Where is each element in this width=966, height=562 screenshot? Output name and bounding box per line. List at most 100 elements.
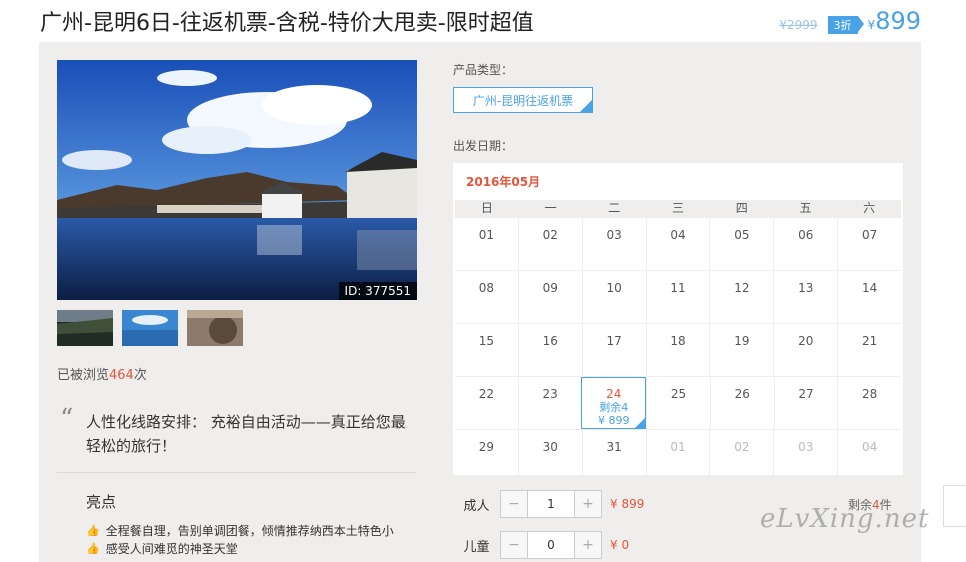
selected-day-number: 24 xyxy=(606,387,622,401)
calendar-day[interactable]: 13 xyxy=(773,271,837,323)
sale-price: 899 xyxy=(875,7,921,35)
adult-quantity-stepper: − 1 + xyxy=(500,490,602,518)
weekday-fri: 五 xyxy=(799,201,812,215)
calendar-day[interactable]: 09 xyxy=(517,271,582,323)
adult-quantity-row: 成人 − 1 + ¥ 899 xyxy=(453,490,644,518)
calendar-day[interactable]: 17 xyxy=(581,324,646,376)
child-increment-button[interactable]: + xyxy=(575,532,601,558)
adult-decrement-button[interactable]: − xyxy=(501,491,527,517)
calendar-day[interactable]: 29 xyxy=(455,430,518,482)
departure-calendar: 2016年05月 日 一 二 三 四 五 六 01 02 03 04 05 06… xyxy=(453,163,903,482)
thumbnail-2[interactable] xyxy=(122,310,178,346)
calendar-day[interactable]: 30 xyxy=(517,430,582,482)
calendar-day[interactable]: 26 xyxy=(709,377,774,429)
calendar-week: 15 16 17 18 19 20 21 xyxy=(455,323,901,376)
calendar-day[interactable]: 10 xyxy=(581,271,646,323)
highlight-item: 👍 全程餐自理，告别单调团餐，倾情推荐纳西本土特色小 xyxy=(86,522,394,539)
calendar-week: 29 30 31 01 02 03 04 xyxy=(455,429,901,482)
view-count-number: 464 xyxy=(109,368,134,383)
original-price: ¥2999 xyxy=(779,18,818,32)
view-count-prefix: 已被浏览 xyxy=(57,368,110,383)
calendar-grid: 01 02 03 04 05 06 07 08 09 10 11 12 13 1… xyxy=(455,217,901,482)
calendar-day[interactable]: 28 xyxy=(837,377,901,429)
calendar-day[interactable]: 05 xyxy=(709,218,773,270)
calendar-month: 2016年05月 xyxy=(466,175,541,189)
calendar-day-next-month: 04 xyxy=(837,430,901,482)
weekday-sun: 日 xyxy=(480,201,493,215)
highlight-item: 👍 感受人间难觅的神圣天堂 xyxy=(86,540,238,557)
discount-badge: 3折 xyxy=(827,16,864,34)
calendar-day[interactable]: 19 xyxy=(709,324,773,376)
thumbs-up-icon: 👍 xyxy=(86,524,100,537)
calendar-day[interactable]: 15 xyxy=(455,324,518,376)
calendar-day[interactable]: 23 xyxy=(517,377,582,429)
child-quantity-stepper: − 0 + xyxy=(500,531,602,559)
calendar-day-next-month: 01 xyxy=(645,430,710,482)
product-type-label: 产品类型： xyxy=(453,63,514,77)
product-type-value: 广州-昆明往返机票 xyxy=(472,94,574,108)
weekday-sat: 六 xyxy=(863,201,876,215)
check-icon: ✓ xyxy=(584,97,591,106)
selected-day-remain: 剩余4 xyxy=(599,401,629,414)
main-photo[interactable]: ID: 377551 xyxy=(57,60,417,300)
calendar-day[interactable]: 16 xyxy=(517,324,582,376)
weekday-mon: 一 xyxy=(544,201,557,215)
adult-price: ¥ 899 xyxy=(610,497,645,511)
calendar-day[interactable]: 22 xyxy=(455,377,518,429)
child-decrement-button[interactable]: − xyxy=(501,532,527,558)
calendar-day[interactable]: 21 xyxy=(837,324,901,376)
calendar-day[interactable]: 08 xyxy=(455,271,518,323)
calendar-day[interactable]: 07 xyxy=(837,218,901,270)
weekday-wed: 三 xyxy=(672,201,685,215)
weekday-thu: 四 xyxy=(735,201,748,215)
calendar-day[interactable]: 27 xyxy=(773,377,838,429)
price-area: ¥2999 3折 ¥ 899 xyxy=(779,7,921,35)
adult-label: 成人 xyxy=(463,498,490,514)
quote-icon: “ xyxy=(60,404,74,434)
divider xyxy=(57,472,417,473)
calendar-day[interactable]: 25 xyxy=(646,377,710,429)
thumbnail-image xyxy=(187,310,243,346)
thumbnail-3[interactable] xyxy=(187,310,243,346)
calendar-day-selected[interactable]: 24 剩余4 ¥ 899 xyxy=(581,377,647,429)
highlight-text: 全程餐自理，告别单调团餐，倾情推荐纳西本土特色小 xyxy=(105,524,394,538)
child-quantity-input[interactable]: 0 xyxy=(527,532,575,558)
calendar-day[interactable]: 03 xyxy=(581,218,646,270)
site-watermark: eLvXing.net xyxy=(760,504,930,534)
adult-quantity-input[interactable]: 1 xyxy=(527,491,575,517)
calendar-day-next-month: 02 xyxy=(709,430,773,482)
highlight-text: 感受人间难觅的神圣天堂 xyxy=(105,542,238,556)
calendar-day[interactable]: 20 xyxy=(773,324,837,376)
calendar-day[interactable]: 11 xyxy=(645,271,710,323)
thumbnail-1[interactable] xyxy=(57,310,113,346)
thumbnail-image xyxy=(122,310,178,346)
highlights-title: 亮点 xyxy=(86,493,117,511)
calendar-day[interactable]: 02 xyxy=(517,218,582,270)
product-type-option[interactable]: 广州-昆明往返机票 ✓ xyxy=(453,87,593,113)
thumbnail-image xyxy=(57,310,113,346)
calendar-day[interactable]: 01 xyxy=(455,218,518,270)
calendar-week: 22 23 24 剩余4 ¥ 899 25 26 27 28 xyxy=(455,376,901,429)
view-count: 已被浏览464次 xyxy=(57,364,147,383)
departure-date-label: 出发日期： xyxy=(453,139,514,153)
child-price: ¥ 0 xyxy=(610,538,630,552)
lake-landscape-image xyxy=(57,60,417,300)
feature-quote: 人性化线路安排： 充裕自由活动——真正给您最轻松的旅行！ xyxy=(86,413,406,455)
calendar-day[interactable]: 06 xyxy=(773,218,837,270)
calendar-day[interactable]: 04 xyxy=(645,218,710,270)
side-float-tab[interactable] xyxy=(943,485,966,527)
calendar-day[interactable]: 31 xyxy=(581,430,646,482)
calendar-day[interactable]: 14 xyxy=(837,271,901,323)
view-count-suffix: 次 xyxy=(133,368,147,383)
weekday-tue: 二 xyxy=(608,201,621,215)
adult-increment-button[interactable]: + xyxy=(575,491,601,517)
calendar-day-next-month: 03 xyxy=(773,430,837,482)
calendar-day[interactable]: 12 xyxy=(709,271,773,323)
child-quantity-row: 儿童 − 0 + ¥ 0 xyxy=(453,531,629,559)
calendar-week: 01 02 03 04 05 06 07 xyxy=(455,217,901,270)
product-title: 广州-昆明6日-往返机票-含税-特价大甩卖-限时超值 xyxy=(40,11,534,36)
calendar-week: 08 09 10 11 12 13 14 xyxy=(455,270,901,323)
calendar-day[interactable]: 18 xyxy=(645,324,710,376)
selected-corner xyxy=(635,418,646,428)
photo-id-label: ID: 377551 xyxy=(338,282,417,300)
